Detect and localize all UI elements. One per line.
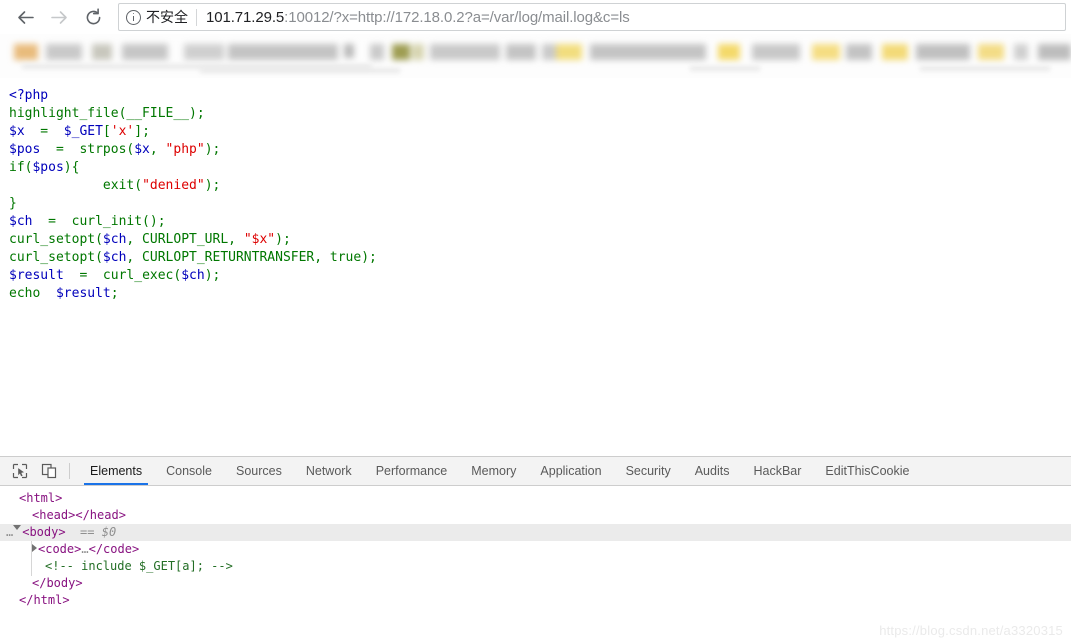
code-token: $pos <box>9 142 41 157</box>
info-circle-icon <box>126 9 141 25</box>
code-token: curl_setopt( <box>9 232 103 247</box>
code-token: } <box>9 196 17 211</box>
tab-network[interactable]: Network <box>294 457 364 485</box>
code-token: "php" <box>165 142 205 157</box>
tab-audits[interactable]: Audits <box>683 457 742 485</box>
code-token: = curl_init(); <box>32 214 166 229</box>
code-token: ){ <box>63 160 80 175</box>
browser-toolbar: 不安全 101.71.29.5:10012/?x=http://172.18.0… <box>0 0 1071 34</box>
code-line: <?php <box>9 87 1071 105</box>
arrow-right-icon <box>50 10 67 24</box>
code-line: $x = $_GET['x']; <box>9 123 1071 141</box>
code-token: ); <box>275 232 291 247</box>
page-content: <?php highlight_file(__FILE__); $x = $_GET… <box>0 78 1071 456</box>
code-token: [ <box>102 124 111 139</box>
tab-editthiscookie[interactable]: EditThisCookie <box>813 457 921 485</box>
security-indicator[interactable]: 不安全 <box>119 7 188 27</box>
code-line: $pos = strpos($x, "php"); <box>9 141 1071 159</box>
tab-security[interactable]: Security <box>614 457 683 485</box>
devtools-tab-list: Elements Console Sources Network Performance… <box>78 457 921 485</box>
inspect-cursor-icon <box>12 463 27 479</box>
code-token: "denied" <box>142 178 205 193</box>
code-token: $result <box>55 286 111 301</box>
dom-tree-row[interactable]: </body> <box>0 575 1071 592</box>
tab-hackbar[interactable]: HackBar <box>741 457 813 485</box>
reload-icon <box>86 7 100 24</box>
devtools-panel: Elements Console Sources Network Performance… <box>0 456 1071 644</box>
code-token: ; <box>110 286 119 301</box>
devtools-tabbar: Elements Console Sources Network Performance… <box>0 457 1071 486</box>
code-token: $pos <box>32 160 64 175</box>
code-line: curl_setopt($ch, CURLOPT_URL, "$x"); <box>9 231 1071 249</box>
code-token: , <box>149 142 166 157</box>
code-line: echo $result; <box>9 285 1071 303</box>
php-source-code: <?php highlight_file(__FILE__); $x = $_GET… <box>0 78 1071 303</box>
code-line: } <box>9 195 1071 213</box>
dom-tree-row[interactable]: <head></head> <box>0 507 1071 524</box>
code-token: = curl_exec( <box>63 268 182 283</box>
address-bar[interactable]: 不安全 101.71.29.5:10012/?x=http://172.18.0… <box>118 3 1066 31</box>
code-token: ); <box>204 268 221 283</box>
watermark: https://blog.csdn.net/a3320315 <box>879 623 1063 638</box>
tab-memory[interactable]: Memory <box>459 457 528 485</box>
dom-tree-row[interactable]: <!-- include $_GET[a]; --> <box>0 558 1071 575</box>
code-token: curl_setopt( <box>9 250 103 265</box>
url-host: 101.71.29.5 <box>206 8 285 26</box>
code-token: $x <box>9 124 25 139</box>
security-label: 不安全 <box>146 10 188 26</box>
code-token: highlight_file(__FILE__); <box>9 106 205 121</box>
code-token: = <box>24 124 64 139</box>
bookmarks-redaction-blur <box>0 34 1071 78</box>
code-token: if( <box>9 160 33 175</box>
code-token: echo <box>9 286 41 301</box>
bookmarks-bar[interactable] <box>0 34 1071 78</box>
code-line: highlight_file(__FILE__); <box>9 105 1071 123</box>
tab-performance[interactable]: Performance <box>364 457 460 485</box>
url-text[interactable]: 101.71.29.5:10012/?x=http://172.18.0.2?a… <box>206 9 630 26</box>
devtools-toolbar-divider <box>69 463 70 479</box>
code-token: ]; <box>134 124 150 139</box>
code-line: curl_setopt($ch, CURLOPT_RETURNTRANSFER,… <box>9 249 1071 267</box>
code-token: $ch <box>181 268 205 283</box>
dom-rows-container: <html> <head></head>… <body> == $0 <code>…<… <box>0 490 1071 609</box>
tab-elements[interactable]: Elements <box>78 457 154 485</box>
forward-button[interactable] <box>42 0 76 34</box>
tab-console[interactable]: Console <box>154 457 224 485</box>
dom-tree-row[interactable]: <code>…</code> <box>0 541 1071 558</box>
dom-tree[interactable]: <html> <head></head>… <body> == $0 <code>…<… <box>0 486 1071 644</box>
code-token: exit( <box>9 178 143 193</box>
dom-tree-row[interactable]: <html> <box>0 490 1071 507</box>
code-token: $result <box>9 268 64 283</box>
code-line: exit("denied"); <box>9 177 1071 195</box>
dom-tree-row[interactable]: </html> <box>0 592 1071 609</box>
tab-application[interactable]: Application <box>528 457 613 485</box>
device-toolbar-icon <box>41 463 56 479</box>
reload-button[interactable] <box>76 0 110 34</box>
code-token: , CURLOPT_URL, <box>126 232 244 247</box>
dom-tree-row[interactable]: … <body> == $0 <box>0 524 1071 541</box>
toggle-device-toolbar-button[interactable] <box>34 457 63 485</box>
code-token: "$x" <box>243 232 276 247</box>
code-token: $_GET <box>63 124 103 139</box>
code-line: $result = curl_exec($ch); <box>9 267 1071 285</box>
code-token: ); <box>204 142 221 157</box>
tab-sources[interactable]: Sources <box>224 457 294 485</box>
code-token: ); <box>204 178 221 193</box>
code-token: = strpos( <box>40 142 135 157</box>
omnibox-divider <box>196 8 197 26</box>
arrow-left-icon <box>17 10 34 24</box>
code-token: $x <box>134 142 150 157</box>
code-token: $ch <box>102 232 127 247</box>
code-token: <?php <box>9 88 49 103</box>
inspect-element-button[interactable] <box>5 457 34 485</box>
code-line: $ch = curl_init(); <box>9 213 1071 231</box>
code-token: $ch <box>102 250 127 265</box>
back-button[interactable] <box>8 0 42 34</box>
code-token: $ch <box>9 214 33 229</box>
code-token: 'x' <box>110 124 135 139</box>
url-path: :10012/?x=http://172.18.0.2?a=/var/log/m… <box>284 8 630 26</box>
code-token: , CURLOPT_RETURNTRANSFER, true); <box>126 250 377 265</box>
code-line: if($pos){ <box>9 159 1071 177</box>
